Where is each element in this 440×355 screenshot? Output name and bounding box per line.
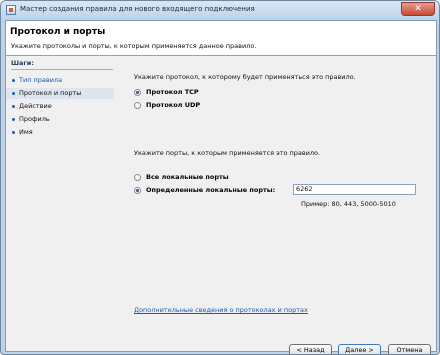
step-label: Протокол и порты bbox=[19, 89, 82, 97]
firewall-app-icon bbox=[6, 5, 16, 15]
step-label: Действие bbox=[19, 102, 52, 110]
step-profile[interactable]: Профиль bbox=[6, 114, 114, 125]
step-rule-type[interactable]: Тип правила bbox=[6, 75, 114, 86]
tcp-radio-label[interactable]: Протокол TCP bbox=[146, 88, 199, 96]
steps-heading: Шаги: bbox=[11, 59, 34, 67]
window-title: Мастер создания правила для нового входя… bbox=[20, 5, 255, 13]
steps-panel: Шаги: Тип правила Протокол и порты Дейст… bbox=[6, 56, 114, 351]
wizard-window: Мастер создания правила для нового входя… bbox=[0, 0, 440, 355]
back-button[interactable]: < Назад bbox=[289, 344, 332, 354]
cancel-button[interactable]: Отмена bbox=[388, 344, 431, 354]
ports-prompt: Укажите порты, к которым применяется это… bbox=[134, 149, 321, 157]
udp-radio[interactable] bbox=[134, 102, 141, 109]
more-info-link[interactable]: Дополнительные сведения о протоколах и п… bbox=[134, 306, 308, 314]
step-label: Профиль bbox=[19, 115, 50, 123]
step-bullet-icon bbox=[12, 92, 15, 95]
wizard-header: Протокол и порты Укажите протоколы и пор… bbox=[6, 21, 436, 56]
ports-example-hint: Пример: 80, 443, 5000-5010 bbox=[301, 200, 396, 208]
step-action[interactable]: Действие bbox=[6, 101, 114, 112]
step-name[interactable]: Имя bbox=[6, 127, 114, 138]
specific-ports-radio[interactable] bbox=[134, 187, 141, 194]
tcp-radio[interactable] bbox=[134, 89, 141, 96]
next-button[interactable]: Далее > bbox=[338, 344, 381, 354]
all-ports-radio[interactable] bbox=[134, 174, 141, 181]
step-bullet-icon bbox=[12, 105, 15, 108]
step-bullet-icon bbox=[12, 131, 15, 134]
wizard-client-area: Протокол и порты Укажите протоколы и пор… bbox=[5, 20, 437, 354]
step-label: Тип правила bbox=[19, 76, 63, 84]
step-bullet-icon bbox=[12, 79, 15, 82]
title-bar[interactable]: Мастер создания правила для нового входя… bbox=[1, 1, 439, 19]
close-button[interactable]: ✕ bbox=[401, 2, 435, 16]
udp-radio-label[interactable]: Протокол UDP bbox=[146, 101, 200, 109]
steps-divider bbox=[11, 69, 113, 70]
specific-ports-radio-label[interactable]: Определенные локальные порты: bbox=[146, 186, 275, 194]
page-subtitle: Укажите протоколы и порты, к которым при… bbox=[11, 42, 257, 50]
all-ports-radio-label[interactable]: Все локальные порты bbox=[146, 173, 229, 181]
page-title: Протокол и порты bbox=[10, 27, 106, 37]
protocol-prompt: Укажите протокол, к которому будет приме… bbox=[134, 73, 356, 81]
step-protocol-ports[interactable]: Протокол и порты bbox=[6, 88, 114, 99]
step-bullet-icon bbox=[12, 118, 15, 121]
close-icon: ✕ bbox=[414, 4, 422, 14]
step-label: Имя bbox=[19, 128, 33, 136]
local-ports-input[interactable]: 6262 bbox=[293, 184, 416, 195]
content-panel: Укажите протокол, к которому будет приме… bbox=[115, 56, 436, 354]
